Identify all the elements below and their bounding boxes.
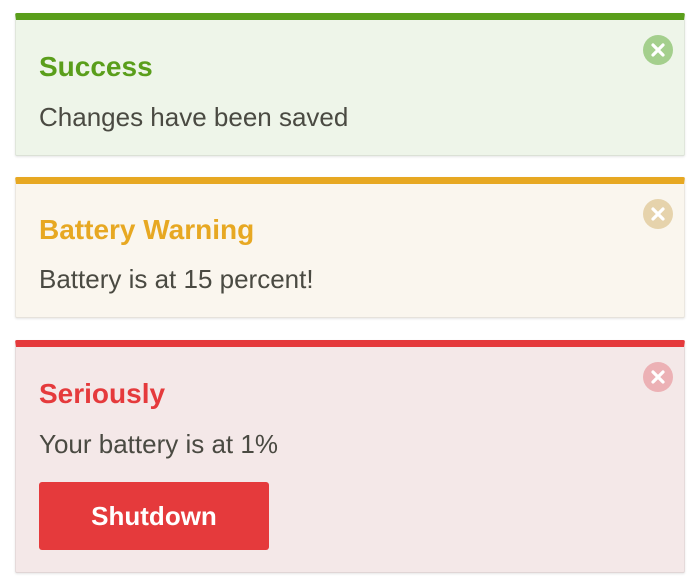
close-icon: [651, 207, 665, 221]
warning-alert: Battery Warning Battery is at 15 percent…: [15, 177, 685, 318]
danger-alert: Seriously Your battery is at 1% Shutdown: [15, 340, 685, 573]
shutdown-button[interactable]: Shutdown: [39, 482, 269, 550]
close-button[interactable]: [643, 35, 673, 65]
close-button[interactable]: [643, 199, 673, 229]
close-icon: [651, 370, 665, 384]
alert-message: Battery is at 15 percent!: [39, 264, 314, 294]
alert-message: Changes have been saved: [39, 102, 349, 132]
success-alert: Success Changes have been saved: [15, 13, 685, 156]
close-icon: [651, 43, 665, 57]
close-button[interactable]: [643, 362, 673, 392]
alert-title: Seriously: [39, 378, 166, 409]
alert-title: Battery Warning: [39, 214, 255, 245]
alert-title: Success: [39, 51, 153, 82]
alert-message: Your battery is at 1%: [39, 429, 278, 459]
